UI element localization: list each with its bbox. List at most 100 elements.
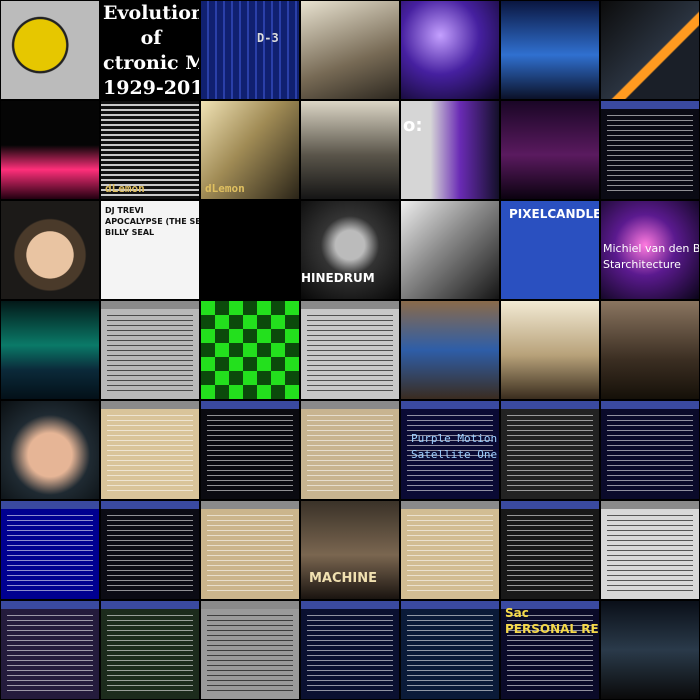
toolbar-strip — [201, 501, 299, 509]
thumbnail-6[interactable] — [600, 0, 700, 100]
thumbnail-38[interactable]: MACHINE — [300, 500, 400, 600]
pattern-rows — [607, 115, 693, 191]
thumbnail-24[interactable] — [300, 300, 400, 400]
thumbnail-36[interactable] — [100, 500, 200, 600]
pattern-rows — [607, 415, 693, 491]
pattern-rows — [307, 315, 393, 391]
thumbnail-29[interactable] — [100, 400, 200, 500]
thumbnail-17[interactable]: HINEDRUM — [300, 200, 400, 300]
toolbar-strip — [401, 401, 499, 409]
thumbnail-47[interactable]: Sac PERSONAL RECORDS TO — [500, 600, 600, 700]
thumbnail-10[interactable] — [300, 100, 400, 200]
thumbnail-grid: Evolution of ctronic Mu 1929-2019 D-3 dLem… — [0, 0, 700, 700]
toolbar-strip — [101, 501, 199, 509]
thumbnail-15[interactable]: DJ TREVI APOCALYPSE (THE SECOND COMING) … — [100, 200, 200, 300]
thumbnail-caption: dLemon — [105, 182, 145, 195]
pattern-rows — [207, 515, 293, 591]
thumbnail-caption: Michiel van den Bos Starchitecture — [603, 242, 700, 271]
toolbar-strip — [101, 401, 199, 409]
thumbnail-caption: DJ TREVI APOCALYPSE (THE SECOND COMING) … — [105, 206, 199, 237]
thumbnail-35[interactable] — [0, 500, 100, 600]
toolbar-strip — [501, 601, 599, 609]
thumbnail-37[interactable] — [200, 500, 300, 600]
thumbnail-18[interactable] — [400, 200, 500, 300]
thumbnail-14[interactable] — [0, 200, 100, 300]
toolbar-strip — [601, 101, 699, 109]
thumbnail-25[interactable] — [400, 300, 500, 400]
thumbnail-39[interactable] — [400, 500, 500, 600]
pattern-rows — [107, 615, 193, 691]
pattern-rows — [207, 415, 293, 491]
thumbnail-45[interactable] — [300, 600, 400, 700]
toolbar-strip — [601, 501, 699, 509]
toolbar-strip — [401, 501, 499, 509]
thumbnail-19[interactable]: PIXELCANDLE — [500, 200, 600, 300]
thumbnail-46[interactable] — [400, 600, 500, 700]
toolbar-strip — [101, 601, 199, 609]
toolbar-strip — [501, 501, 599, 509]
thumbnail-caption: PIXELCANDLE — [509, 207, 600, 221]
toolbar-strip — [1, 601, 99, 609]
toolbar-strip — [201, 401, 299, 409]
thumbnail-31[interactable] — [300, 400, 400, 500]
thumbnail-8[interactable]: dLemon — [100, 100, 200, 200]
thumbnail-32[interactable]: Purple Motion Satellite One — [400, 400, 500, 500]
pattern-rows — [507, 415, 593, 491]
thumbnail-caption: MACHINE — [309, 571, 378, 586]
pattern-rows — [407, 615, 493, 691]
thumbnail-16[interactable] — [200, 200, 300, 300]
pattern-rows — [7, 515, 93, 591]
thumbnail-27[interactable] — [600, 300, 700, 400]
toolbar-strip — [101, 301, 199, 309]
pattern-rows — [107, 415, 193, 491]
thumbnail-33[interactable] — [500, 400, 600, 500]
pattern-rows — [307, 615, 393, 691]
toolbar-strip — [401, 601, 499, 609]
thumbnail-23[interactable] — [200, 300, 300, 400]
thumbnail-22[interactable] — [100, 300, 200, 400]
thumbnail-43[interactable] — [100, 600, 200, 700]
thumbnail-21[interactable] — [0, 300, 100, 400]
thumbnail-11[interactable]: o: — [400, 100, 500, 200]
thumbnail-caption: D-3 — [257, 31, 279, 45]
thumbnail-48[interactable] — [600, 600, 700, 700]
pattern-rows — [207, 615, 293, 691]
thumbnail-9[interactable]: dLemon — [200, 100, 300, 200]
pattern-rows — [507, 615, 593, 691]
thumbnail-caption: Evolution of ctronic Mu 1929-2019 — [103, 2, 200, 99]
thumbnail-7[interactable] — [0, 100, 100, 200]
toolbar-strip — [601, 401, 699, 409]
thumbnail-44[interactable] — [200, 600, 300, 700]
thumbnail-5[interactable] — [500, 0, 600, 100]
thumbnail-2[interactable]: D-3 — [200, 0, 300, 100]
pattern-rows — [107, 515, 193, 591]
pattern-rows — [407, 415, 493, 491]
thumbnail-13[interactable] — [600, 100, 700, 200]
thumbnail-4[interactable] — [400, 0, 500, 100]
thumbnail-40[interactable] — [500, 500, 600, 600]
thumbnail-34[interactable] — [600, 400, 700, 500]
pattern-rows — [7, 615, 93, 691]
thumbnail-12[interactable] — [500, 100, 600, 200]
toolbar-strip — [301, 301, 399, 309]
thumbnail-3[interactable] — [300, 0, 400, 100]
thumbnail-28[interactable] — [0, 400, 100, 500]
thumbnail-30[interactable] — [200, 400, 300, 500]
toolbar-strip — [201, 601, 299, 609]
thumbnail-caption: dLemon — [205, 182, 245, 195]
toolbar-strip — [301, 401, 399, 409]
pattern-rows — [607, 515, 693, 591]
thumbnail-1[interactable]: Evolution of ctronic Mu 1929-2019 — [100, 0, 200, 100]
thumbnail-caption: o: — [403, 115, 423, 136]
thumbnail-0[interactable] — [0, 0, 100, 100]
toolbar-strip — [301, 601, 399, 609]
pattern-rows — [107, 315, 193, 391]
thumbnail-42[interactable] — [0, 600, 100, 700]
thumbnail-caption: HINEDRUM — [301, 271, 375, 285]
thumbnail-41[interactable] — [600, 500, 700, 600]
thumbnail-20[interactable]: Michiel van den Bos Starchitecture — [600, 200, 700, 300]
pattern-rows — [407, 515, 493, 591]
toolbar-strip — [501, 401, 599, 409]
toolbar-strip — [1, 501, 99, 509]
thumbnail-26[interactable] — [500, 300, 600, 400]
